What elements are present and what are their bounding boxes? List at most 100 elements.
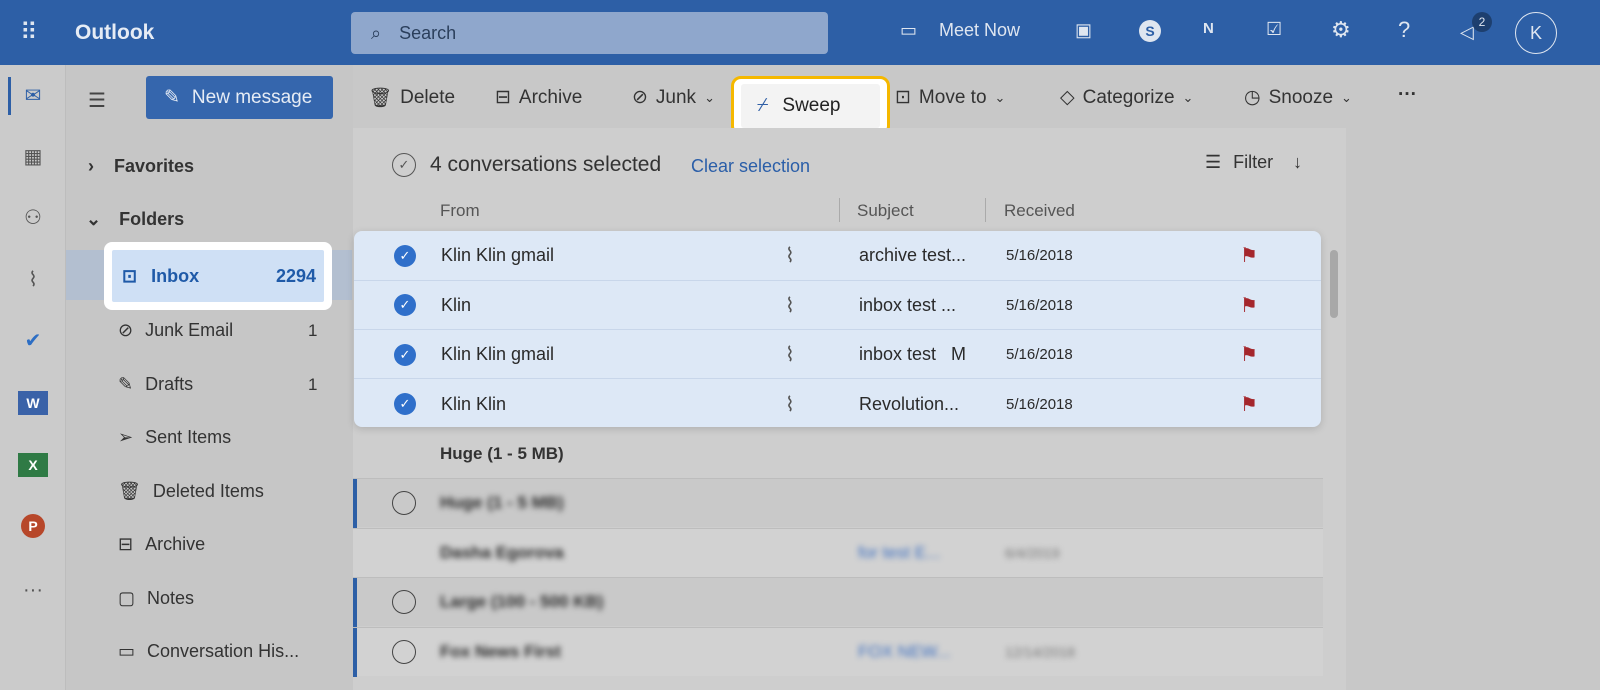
top-bar: ⠿ Outlook ⌕ Search ▭ Meet Now ▣ S N ☑ ⚙ ? …	[0, 0, 1600, 65]
flag-icon[interactable]: ⚑	[1240, 293, 1258, 318]
notification-badge: 2	[1472, 12, 1492, 32]
help-icon[interactable]: ?	[1398, 17, 1410, 43]
trash-icon: 🗑	[368, 88, 393, 109]
sweep-button[interactable]: ⌿ Sweep	[741, 84, 880, 128]
junk-button[interactable]: ⊘ Junk ⌄	[632, 86, 715, 109]
column-divider	[839, 198, 840, 222]
flag-icon[interactable]: ⚑	[1240, 243, 1258, 268]
chevron-right-icon: ›	[88, 156, 94, 176]
folder-junk-email[interactable]: ⊘ Junk Email 1	[118, 320, 317, 341]
skype-icon[interactable]: S	[1139, 20, 1161, 42]
more-actions-button[interactable]: ···	[1398, 84, 1417, 106]
compose-icon: ✎	[164, 87, 180, 108]
message-row[interactable]: Fox News First FOX NEW... 12/14/2018	[353, 626, 1323, 677]
group-header: Huge (1 - 5 MB)	[440, 444, 564, 463]
checkbox-checked-icon[interactable]: ✓	[394, 294, 416, 316]
note-icon: ▢	[118, 588, 136, 608]
clear-selection-link[interactable]: Clear selection	[691, 156, 810, 177]
move-to-button[interactable]: ⊡ Move to ⌄	[895, 86, 1005, 109]
folder-inbox[interactable]: ⊡ Inbox 2294	[112, 250, 324, 302]
snooze-button[interactable]: ◷ Snooze ⌄	[1244, 86, 1352, 109]
chevron-down-icon: ⌄	[704, 89, 715, 105]
received-date: 12/14/2018	[1005, 643, 1076, 660]
waffle-icon[interactable]: ⠿	[20, 18, 38, 47]
checkbox-checked-icon[interactable]: ✓	[394, 343, 416, 366]
sender: Fox News First	[440, 641, 561, 661]
app-rail: ✉ ▦ ⚇ ⌇ ✔ W X P ···	[0, 65, 66, 690]
people-icon[interactable]: ⚇	[18, 203, 48, 233]
delete-button[interactable]: 🗑 Delete	[368, 86, 455, 110]
sender: Klin	[441, 294, 472, 315]
column-divider	[985, 198, 986, 222]
block-icon: ⊘	[632, 87, 648, 108]
mail-icon[interactable]: ✉	[18, 81, 48, 111]
subject: archive test...	[859, 245, 967, 265]
paperclip-icon: ⌇	[785, 393, 795, 416]
flag-icon[interactable]: ⚑	[1240, 342, 1258, 367]
archive-button[interactable]: ⊟ Archive	[495, 86, 582, 109]
favorites-toggle[interactable]: › Favorites	[88, 156, 194, 177]
paperclip-icon: ⌇	[785, 294, 795, 317]
column-subject[interactable]: Subject	[857, 201, 914, 221]
unread-indicator	[353, 479, 357, 528]
attachment-icon[interactable]: ⌇	[18, 265, 48, 295]
meet-now-button[interactable]: ▭ Meet Now	[900, 20, 1020, 41]
filter-icon: ☰	[1205, 152, 1222, 172]
paperclip-icon: ⌇	[785, 245, 795, 267]
scrollbar-thumb[interactable]	[1330, 250, 1338, 318]
checkbox[interactable]	[392, 590, 416, 614]
new-message-button[interactable]: ✎ New message	[146, 76, 333, 119]
folder-archive[interactable]: ⊟ Archive	[118, 534, 205, 555]
folder-conversation-history[interactable]: ▭ Conversation His...	[118, 641, 299, 662]
message-row[interactable]: ✓ Klin Klin gmail ⌇ inbox test M 5/16/20…	[355, 330, 1320, 379]
folder-deleted-items[interactable]: 🗑 Deleted Items	[118, 481, 264, 502]
column-received[interactable]: Received	[1004, 201, 1075, 221]
subject: Revolution...	[859, 393, 960, 414]
categorize-button[interactable]: ◇ Categorize ⌄	[1060, 86, 1193, 109]
message-row[interactable]: Dasha Egorova for test E... 6/4/2019	[353, 527, 1323, 577]
excel-icon[interactable]: X	[18, 453, 48, 477]
subject: inbox test ...	[859, 294, 957, 315]
powerpoint-icon[interactable]: P	[21, 514, 45, 538]
chevron-down-icon: ⌄	[1341, 89, 1352, 105]
message-row[interactable]: ✓ Klin Klin gmail ⌇ archive test... 5/16…	[355, 231, 1320, 280]
avatar[interactable]: K	[1515, 12, 1557, 54]
qr-code-icon[interactable]: ▣	[1075, 20, 1092, 41]
calendar-check-icon[interactable]: ☑	[1266, 19, 1282, 40]
search-input[interactable]: ⌕ Search	[351, 12, 828, 54]
archive-icon: ⊟	[118, 534, 134, 554]
folder-icon: ▭	[118, 641, 136, 661]
onenote-icon[interactable]: N	[1203, 20, 1214, 37]
checkbox[interactable]	[392, 639, 416, 664]
folders-toggle[interactable]: ⌄ Folders	[86, 209, 184, 230]
checkbox-checked-icon[interactable]: ✓	[394, 393, 416, 415]
sender: Klin Klin gmail	[441, 344, 555, 364]
received-date: 6/4/2019	[1005, 544, 1060, 561]
broom-icon: ⌿	[757, 95, 769, 116]
message-row[interactable]: ✓ Klin Klin ⌇ Revolution... 5/16/2018 ⚑	[355, 380, 1320, 429]
more-apps-icon[interactable]: ···	[18, 575, 48, 605]
message-row[interactable]: Huge (1 - 5 MB)	[353, 478, 1323, 528]
filter-button[interactable]: ☰ Filter ↓	[1205, 152, 1302, 173]
message-row[interactable]: Large (100 - 500 KB)	[353, 577, 1323, 627]
column-from[interactable]: From	[440, 201, 480, 221]
trash-icon: 🗑	[118, 481, 141, 501]
todo-icon[interactable]: ✔	[18, 326, 48, 356]
checkbox-checked-icon[interactable]: ✓	[394, 244, 416, 267]
select-all-checkbox[interactable]: ✓	[392, 153, 416, 177]
calendar-icon[interactable]: ▦	[18, 142, 48, 172]
received-date: 5/16/2018	[1006, 296, 1073, 314]
subject: for test E...	[858, 542, 941, 562]
folder-drafts[interactable]: ✎ Drafts 1	[118, 374, 317, 395]
pencil-icon: ✎	[118, 374, 134, 394]
flag-icon[interactable]: ⚑	[1240, 392, 1258, 417]
unread-indicator	[353, 578, 357, 627]
video-icon: ▭	[900, 20, 918, 40]
hamburger-icon[interactable]: ☰	[88, 88, 106, 113]
folder-sent-items[interactable]: ➢ Sent Items	[118, 427, 231, 448]
word-icon[interactable]: W	[18, 391, 48, 415]
folder-notes[interactable]: ▢ Notes	[118, 588, 194, 609]
gear-icon[interactable]: ⚙	[1331, 17, 1351, 43]
message-row[interactable]: ✓ Klin ⌇ inbox test ... 5/16/2018 ⚑	[355, 281, 1320, 330]
checkbox[interactable]	[392, 491, 416, 515]
